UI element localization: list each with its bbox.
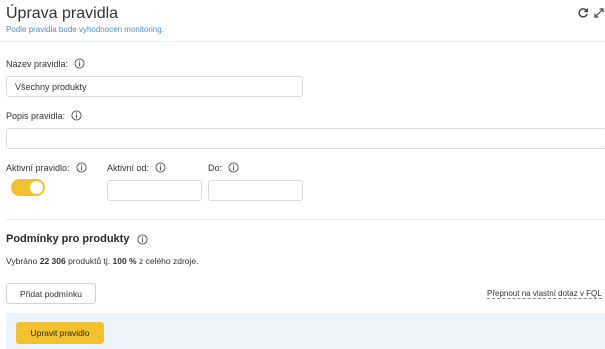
active-rule-label-text: Aktivní pravidlo: [6, 162, 70, 173]
conditions-section-title: Podmínky pro produkty [6, 233, 149, 245]
refresh-icon[interactable] [576, 6, 590, 20]
rule-name-label-text: Název pravidla: [6, 58, 69, 69]
conditions-title-text: Podmínky pro produkty [6, 233, 130, 245]
active-from-label: Aktivní od: [107, 162, 166, 173]
active-to-label-text: Do: [208, 162, 223, 173]
rule-description-label: Popis pravidla: [6, 110, 82, 121]
rule-description-input[interactable] [6, 128, 605, 149]
summary-suffix: z celého zdroje. [136, 256, 199, 266]
active-to-input[interactable] [208, 180, 303, 201]
info-icon[interactable] [137, 233, 149, 245]
active-to-label: Do: [208, 162, 239, 173]
rule-name-input[interactable]: Všechny produkty [6, 76, 303, 97]
info-icon[interactable] [71, 110, 82, 121]
info-icon[interactable] [155, 162, 166, 173]
summary-mid: produktů tj. [65, 256, 113, 266]
page-header: Úprava pravidla Podle pravidla bude vyho… [0, 0, 605, 42]
active-rule-label: Aktivní pravidlo: [6, 162, 87, 173]
rule-description-label-text: Popis pravidla: [6, 110, 66, 121]
form-footer: Upravit pravidlo [6, 313, 605, 349]
summary-prefix: Vybráno [6, 256, 40, 266]
active-rule-toggle[interactable] [11, 179, 45, 196]
switch-to-fql-link[interactable]: Přepnout na vlastní dotaz v FQL [487, 289, 602, 299]
toggle-knob [30, 181, 43, 194]
section-divider [6, 219, 605, 220]
expand-icon[interactable] [592, 6, 605, 20]
page-subtitle: Podle pravidla bude vyhodnocen monitorin… [6, 25, 164, 34]
add-condition-button[interactable]: Přidat podmínku [6, 283, 96, 304]
info-icon[interactable] [74, 58, 85, 69]
page-title: Úprava pravidla [6, 5, 119, 22]
selection-summary: Vybráno 22 306 produktů tj. 100 % z celé… [6, 256, 199, 266]
info-icon[interactable] [228, 162, 239, 173]
product-percent: 100 % [112, 256, 137, 266]
update-rule-button[interactable]: Upravit pravidlo [16, 322, 104, 344]
info-icon[interactable] [75, 162, 87, 173]
rule-name-label: Název pravidla: [6, 58, 85, 69]
product-count: 22 306 [39, 256, 66, 266]
active-from-label-text: Aktivní od: [107, 162, 150, 173]
active-from-input[interactable] [107, 180, 202, 201]
